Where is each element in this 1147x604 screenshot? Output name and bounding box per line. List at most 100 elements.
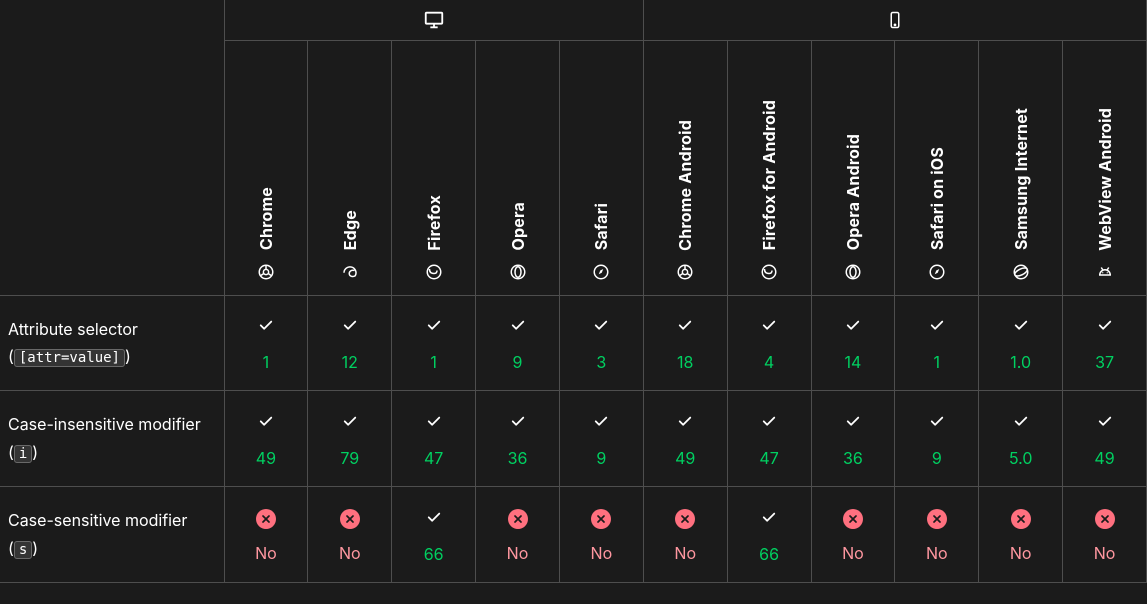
check-icon [509, 412, 527, 434]
check-icon [425, 316, 443, 338]
x-icon [508, 509, 528, 529]
support-value: 14 [845, 352, 862, 372]
support-cell: 3 [559, 295, 643, 391]
browser-name: Samsung Internet [1011, 108, 1031, 250]
firefox-icon [760, 263, 778, 281]
support-cell: 1 [392, 295, 476, 391]
x-icon [340, 509, 360, 529]
browser-header-firefox_android: Firefox for Android [727, 40, 811, 295]
browser-name: Safari [591, 203, 611, 250]
check-icon [257, 412, 275, 434]
check-icon [928, 412, 946, 434]
support-value: No [842, 543, 864, 563]
support-cell: 1 [895, 295, 979, 391]
mobile-platform-header [643, 0, 1146, 40]
support-value: No [926, 543, 948, 563]
chrome-icon [257, 263, 275, 281]
support-value: 12 [342, 352, 358, 372]
check-icon [1096, 412, 1114, 434]
samsung-icon [1012, 263, 1030, 281]
support-value: 47 [424, 448, 443, 468]
support-cell: 49 [1063, 391, 1147, 487]
support-value: No [1094, 543, 1116, 563]
browser-header-samsung: Samsung Internet [979, 40, 1063, 295]
support-cell: No [811, 487, 895, 583]
browser-header-edge: Edge [308, 40, 392, 295]
feature-label-code: [attr=value] [14, 349, 125, 367]
support-cell: 66 [392, 487, 476, 583]
safari-icon [592, 263, 610, 281]
support-cell: 37 [1063, 295, 1147, 391]
compat-table: ChromeEdgeFirefoxOperaSafariChrome Andro… [0, 0, 1147, 583]
opera-icon [844, 263, 862, 281]
support-value: No [339, 543, 361, 563]
table-row: Case-insensitive modifier (i)49794736949… [0, 391, 1147, 487]
support-value: 36 [508, 448, 528, 468]
support-cell: No [979, 487, 1063, 583]
support-cell: 9 [476, 295, 560, 391]
check-icon [509, 316, 527, 338]
support-cell: No [476, 487, 560, 583]
x-icon [256, 509, 276, 529]
opera-icon [509, 263, 527, 281]
support-cell: 14 [811, 295, 895, 391]
support-value: 47 [759, 448, 778, 468]
support-cell: 12 [308, 295, 392, 391]
support-cell: 66 [727, 487, 811, 583]
support-value: 1 [934, 352, 941, 372]
support-cell: No [643, 487, 727, 583]
support-value: No [1010, 543, 1032, 563]
support-value: No [591, 543, 613, 563]
support-cell: 47 [392, 391, 476, 487]
feature-label-text: ) [125, 346, 131, 366]
browser-name: WebView Android [1095, 108, 1115, 251]
check-icon [592, 316, 610, 338]
support-value: 66 [759, 544, 779, 564]
support-cell: 47 [727, 391, 811, 487]
support-value: 1 [430, 352, 437, 372]
support-value: 3 [596, 352, 606, 372]
browser-header-webview: WebView Android [1063, 40, 1147, 295]
support-cell: 1 [224, 295, 308, 391]
support-value: 49 [256, 448, 276, 468]
support-value: 1 [263, 352, 270, 372]
chrome-icon [676, 263, 694, 281]
header-empty-cell [0, 0, 224, 295]
support-value: 9 [932, 448, 942, 468]
support-cell: No [895, 487, 979, 583]
check-icon [1012, 316, 1030, 338]
support-cell: 18 [643, 295, 727, 391]
edge-icon [341, 263, 359, 281]
feature-label-text: ) [32, 538, 38, 558]
support-cell: 49 [224, 391, 308, 487]
browser-name: Firefox for Android [759, 100, 779, 250]
browser-header-safari: Safari [559, 40, 643, 295]
support-value: 1.0 [1010, 352, 1031, 372]
support-value: 9 [596, 448, 606, 468]
mobile-icon [644, 11, 1146, 29]
support-cell: 1.0 [979, 295, 1063, 391]
feature-label-code: i [14, 445, 32, 463]
table-row: Case-sensitive modifier (s)NoNo66NoNoNo6… [0, 487, 1147, 583]
support-value: 36 [843, 448, 863, 468]
firefox-icon [425, 263, 443, 281]
support-cell: 5.0 [979, 391, 1063, 487]
check-icon [928, 316, 946, 338]
support-cell: 4 [727, 295, 811, 391]
check-icon [676, 412, 694, 434]
feature-label: Attribute selector ([attr=value]) [0, 295, 224, 391]
x-icon [591, 509, 611, 529]
support-value: 49 [1094, 448, 1114, 468]
support-value: 5.0 [1009, 448, 1033, 468]
browser-name: Chrome Android [675, 120, 695, 251]
support-cell: 36 [811, 391, 895, 487]
x-icon [1095, 509, 1115, 529]
browser-name: Firefox [424, 195, 444, 251]
support-cell: No [308, 487, 392, 583]
support-value: 18 [677, 352, 693, 372]
support-cell: 49 [643, 391, 727, 487]
x-icon [927, 509, 947, 529]
support-value: 66 [424, 544, 444, 564]
android-icon [1096, 263, 1114, 281]
support-value: No [674, 543, 696, 563]
